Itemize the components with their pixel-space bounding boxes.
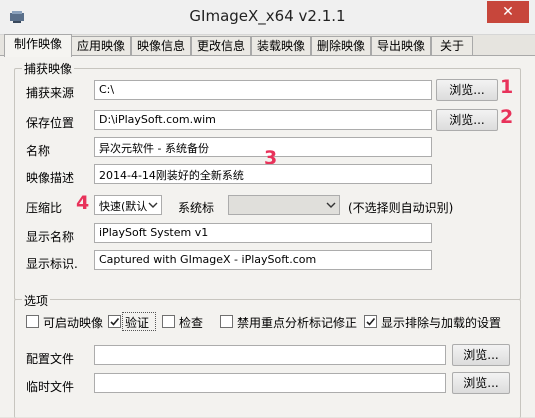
- name-field[interactable]: 异次元软件 - 系统备份: [94, 137, 432, 157]
- config-browse-button[interactable]: 浏览...: [452, 344, 510, 366]
- save-browse-button[interactable]: 浏览...: [436, 109, 498, 131]
- tab-image-info[interactable]: 映像信息: [131, 36, 191, 56]
- config-file-label: 配置文件: [26, 352, 75, 366]
- callout-2: 2: [500, 106, 514, 128]
- options-group-title: 选项: [22, 292, 51, 309]
- check-checkbox[interactable]: [162, 315, 175, 328]
- display-flag-field[interactable]: Captured with GImageX - iPlaySoft.com: [94, 250, 432, 270]
- name-label: 名称: [26, 144, 51, 158]
- show-exclusions-checkbox[interactable]: [364, 315, 377, 328]
- tab-change-info[interactable]: 更改信息: [191, 36, 251, 56]
- capture-panel: 捕获映像 捕获来源 C:\ 浏览... 1 保存位置 D:\iPlaySoft.…: [0, 55, 535, 418]
- tab-delete-image[interactable]: 删除映像: [311, 36, 371, 56]
- close-button[interactable]: ✕: [487, 1, 529, 23]
- compress-label: 压缩比: [26, 201, 63, 215]
- capture-group-title: 捕获映像: [22, 60, 75, 77]
- compress-select[interactable]: 快速(默认: [94, 195, 162, 215]
- desc-label: 映像描述: [26, 171, 75, 185]
- chevron-down-icon: [326, 200, 336, 210]
- source-field[interactable]: C:\: [94, 80, 432, 100]
- disable-fix-checkbox[interactable]: [220, 315, 233, 328]
- callout-4: 4: [76, 192, 90, 214]
- save-label: 保存位置: [26, 116, 75, 130]
- tab-mount-image[interactable]: 装载映像: [251, 36, 311, 56]
- display-flag-label: 显示标识.: [26, 257, 78, 271]
- config-file-field[interactable]: [94, 345, 446, 365]
- tab-capture-image[interactable]: 制作映像: [4, 34, 72, 57]
- tab-about[interactable]: 关于: [431, 36, 473, 56]
- title-bar: GImageX_x64 v2.1.1 ✕: [0, 0, 535, 35]
- flag-select[interactable]: [228, 195, 340, 215]
- bootable-checkbox[interactable]: [26, 315, 39, 328]
- chevron-down-icon: [148, 200, 158, 210]
- temp-file-field[interactable]: [94, 373, 446, 393]
- temp-browse-button[interactable]: 浏览...: [452, 372, 510, 394]
- flag-hint: (不选择则自动识别): [348, 201, 454, 215]
- window-title: GImageX_x64 v2.1.1: [189, 7, 346, 25]
- flag-label: 系统标: [178, 201, 215, 215]
- desc-field[interactable]: 2014-4-14刚装好的全新系统: [94, 164, 432, 184]
- save-field[interactable]: D:\iPlaySoft.com.wim: [94, 110, 432, 130]
- compress-select-value: 快速(默认: [99, 200, 148, 213]
- tab-apply-image[interactable]: 应用映像: [71, 36, 131, 56]
- disable-fix-label: 禁用重点分析标记修正: [237, 316, 358, 330]
- source-browse-button[interactable]: 浏览...: [436, 79, 498, 101]
- source-label: 捕获来源: [26, 86, 75, 100]
- verify-checkbox[interactable]: [108, 315, 121, 328]
- bootable-label: 可启动映像: [43, 316, 104, 330]
- check-label: 检查: [179, 316, 204, 330]
- display-name-field[interactable]: iPlaySoft System v1: [94, 223, 432, 243]
- tab-export-image[interactable]: 导出映像: [371, 36, 431, 56]
- show-exclusions-label: 显示排除与加载的设置: [381, 316, 502, 330]
- display-name-label: 显示名称: [26, 230, 75, 244]
- callout-1: 1: [500, 76, 514, 98]
- verify-label: 验证: [125, 316, 150, 330]
- temp-file-label: 临时文件: [26, 380, 75, 394]
- tab-bar: 制作映像 应用映像 映像信息 更改信息 装载映像 删除映像 导出映像 关于: [0, 34, 535, 57]
